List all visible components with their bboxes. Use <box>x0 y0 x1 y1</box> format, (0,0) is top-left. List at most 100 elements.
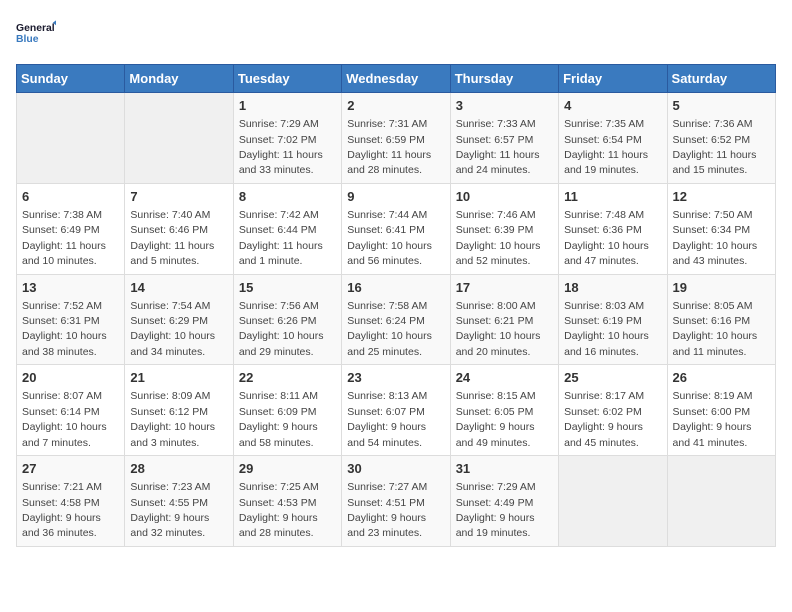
day-detail: Sunrise: 7:33 AM Sunset: 6:57 PM Dayligh… <box>456 118 540 176</box>
day-detail: Sunrise: 7:29 AM Sunset: 4:49 PM Dayligh… <box>456 481 536 539</box>
day-detail: Sunrise: 8:17 AM Sunset: 6:02 PM Dayligh… <box>564 390 644 448</box>
day-number: 18 <box>564 279 661 297</box>
day-detail: Sunrise: 7:31 AM Sunset: 6:59 PM Dayligh… <box>347 118 431 176</box>
day-cell: 29 Sunrise: 7:25 AM Sunset: 4:53 PM Dayli… <box>233 456 341 547</box>
header-cell-friday: Friday <box>559 65 667 93</box>
day-cell: 20Sunrise: 8:07 AM Sunset: 6:14 PM Dayli… <box>17 365 125 456</box>
day-cell: 3 Sunrise: 7:33 AM Sunset: 6:57 PM Daylig… <box>450 93 558 184</box>
day-detail: Sunrise: 8:00 AM Sunset: 6:21 PM Dayligh… <box>456 300 541 358</box>
day-cell: 26 Sunrise: 8:19 AM Sunset: 6:00 PM Dayli… <box>667 365 775 456</box>
day-cell <box>17 93 125 184</box>
day-number: 10 <box>456 188 553 206</box>
day-cell: 13 Sunrise: 7:52 AM Sunset: 6:31 PM Dayli… <box>17 274 125 365</box>
day-number: 15 <box>239 279 336 297</box>
day-detail: Sunrise: 8:05 AM Sunset: 6:16 PM Dayligh… <box>673 300 758 358</box>
day-number: 7 <box>130 188 227 206</box>
day-detail: Sunrise: 7:48 AM Sunset: 6:36 PM Dayligh… <box>564 209 649 267</box>
header-cell-sunday: Sunday <box>17 65 125 93</box>
header-cell-thursday: Thursday <box>450 65 558 93</box>
day-detail: Sunrise: 7:25 AM Sunset: 4:53 PM Dayligh… <box>239 481 319 539</box>
day-detail: Sunrise: 7:29 AM Sunset: 7:02 PM Dayligh… <box>239 118 323 176</box>
day-detail: Sunrise: 7:40 AM Sunset: 6:46 PM Dayligh… <box>130 209 214 267</box>
day-number: 29 <box>239 460 336 478</box>
day-cell: 31Sunrise: 7:29 AM Sunset: 4:49 PM Dayli… <box>450 456 558 547</box>
day-cell: 11 Sunrise: 7:48 AM Sunset: 6:36 PM Dayli… <box>559 183 667 274</box>
day-detail: Sunrise: 8:13 AM Sunset: 6:07 PM Dayligh… <box>347 390 427 448</box>
day-cell <box>125 93 233 184</box>
day-number: 25 <box>564 369 661 387</box>
day-detail: Sunrise: 7:35 AM Sunset: 6:54 PM Dayligh… <box>564 118 648 176</box>
day-cell: 16Sunrise: 7:58 AM Sunset: 6:24 PM Dayli… <box>342 274 450 365</box>
day-cell: 30Sunrise: 7:27 AM Sunset: 4:51 PM Dayli… <box>342 456 450 547</box>
day-number: 14 <box>130 279 227 297</box>
day-detail: Sunrise: 8:19 AM Sunset: 6:00 PM Dayligh… <box>673 390 753 448</box>
svg-text:Blue: Blue <box>16 34 39 45</box>
day-cell: 21 Sunrise: 8:09 AM Sunset: 6:12 PM Dayli… <box>125 365 233 456</box>
day-detail: Sunrise: 7:42 AM Sunset: 6:44 PM Dayligh… <box>239 209 323 267</box>
day-cell: 24Sunrise: 8:15 AM Sunset: 6:05 PM Dayli… <box>450 365 558 456</box>
day-number: 23 <box>347 369 444 387</box>
week-row-5: 27Sunrise: 7:21 AM Sunset: 4:58 PM Dayli… <box>17 456 776 547</box>
day-cell: 10 Sunrise: 7:46 AM Sunset: 6:39 PM Dayli… <box>450 183 558 274</box>
day-detail: Sunrise: 7:23 AM Sunset: 4:55 PM Dayligh… <box>130 481 210 539</box>
day-detail: Sunrise: 7:52 AM Sunset: 6:31 PM Dayligh… <box>22 300 107 358</box>
day-number: 4 <box>564 97 661 115</box>
day-number: 19 <box>673 279 770 297</box>
calendar-table: SundayMondayTuesdayWednesdayThursdayFrid… <box>16 64 776 547</box>
day-cell: 22 Sunrise: 8:11 AM Sunset: 6:09 PM Dayli… <box>233 365 341 456</box>
logo-bird-icon: General Blue <box>16 16 56 52</box>
day-cell: 27Sunrise: 7:21 AM Sunset: 4:58 PM Dayli… <box>17 456 125 547</box>
day-cell: 23 Sunrise: 8:13 AM Sunset: 6:07 PM Dayli… <box>342 365 450 456</box>
day-cell: 2 Sunrise: 7:31 AM Sunset: 6:59 PM Daylig… <box>342 93 450 184</box>
day-number: 28 <box>130 460 227 478</box>
day-number: 11 <box>564 188 661 206</box>
header-cell-monday: Monday <box>125 65 233 93</box>
day-number: 24 <box>456 369 553 387</box>
header-cell-tuesday: Tuesday <box>233 65 341 93</box>
day-number: 12 <box>673 188 770 206</box>
day-cell: 5Sunrise: 7:36 AM Sunset: 6:52 PM Daylig… <box>667 93 775 184</box>
svg-text:General: General <box>16 23 55 34</box>
header-cell-wednesday: Wednesday <box>342 65 450 93</box>
day-number: 21 <box>130 369 227 387</box>
day-number: 13 <box>22 279 119 297</box>
day-detail: Sunrise: 8:03 AM Sunset: 6:19 PM Dayligh… <box>564 300 649 358</box>
day-number: 17 <box>456 279 553 297</box>
day-number: 30 <box>347 460 444 478</box>
day-cell: 18 Sunrise: 8:03 AM Sunset: 6:19 PM Dayli… <box>559 274 667 365</box>
day-cell: 7 Sunrise: 7:40 AM Sunset: 6:46 PM Daylig… <box>125 183 233 274</box>
day-detail: Sunrise: 7:54 AM Sunset: 6:29 PM Dayligh… <box>130 300 215 358</box>
day-detail: Sunrise: 7:50 AM Sunset: 6:34 PM Dayligh… <box>673 209 758 267</box>
day-cell: 4 Sunrise: 7:35 AM Sunset: 6:54 PM Daylig… <box>559 93 667 184</box>
week-row-4: 20Sunrise: 8:07 AM Sunset: 6:14 PM Dayli… <box>17 365 776 456</box>
day-number: 27 <box>22 460 119 478</box>
day-number: 16 <box>347 279 444 297</box>
day-cell: 28 Sunrise: 7:23 AM Sunset: 4:55 PM Dayli… <box>125 456 233 547</box>
day-cell <box>559 456 667 547</box>
day-number: 1 <box>239 97 336 115</box>
day-number: 6 <box>22 188 119 206</box>
calendar-body: 1 Sunrise: 7:29 AM Sunset: 7:02 PM Daylig… <box>17 93 776 547</box>
header-row: SundayMondayTuesdayWednesdayThursdayFrid… <box>17 65 776 93</box>
day-cell: 6Sunrise: 7:38 AM Sunset: 6:49 PM Daylig… <box>17 183 125 274</box>
day-cell: 12 Sunrise: 7:50 AM Sunset: 6:34 PM Dayli… <box>667 183 775 274</box>
day-number: 3 <box>456 97 553 115</box>
day-cell: 1 Sunrise: 7:29 AM Sunset: 7:02 PM Daylig… <box>233 93 341 184</box>
day-detail: Sunrise: 8:11 AM Sunset: 6:09 PM Dayligh… <box>239 390 318 448</box>
day-number: 22 <box>239 369 336 387</box>
week-row-3: 13 Sunrise: 7:52 AM Sunset: 6:31 PM Dayli… <box>17 274 776 365</box>
day-number: 26 <box>673 369 770 387</box>
day-detail: Sunrise: 7:56 AM Sunset: 6:26 PM Dayligh… <box>239 300 324 358</box>
day-detail: Sunrise: 8:07 AM Sunset: 6:14 PM Dayligh… <box>22 390 107 448</box>
week-row-2: 6Sunrise: 7:38 AM Sunset: 6:49 PM Daylig… <box>17 183 776 274</box>
day-detail: Sunrise: 7:44 AM Sunset: 6:41 PM Dayligh… <box>347 209 432 267</box>
week-row-1: 1 Sunrise: 7:29 AM Sunset: 7:02 PM Daylig… <box>17 93 776 184</box>
day-detail: Sunrise: 7:46 AM Sunset: 6:39 PM Dayligh… <box>456 209 541 267</box>
day-cell: 14 Sunrise: 7:54 AM Sunset: 6:29 PM Dayli… <box>125 274 233 365</box>
day-number: 2 <box>347 97 444 115</box>
logo: General Blue <box>16 16 56 52</box>
day-number: 9 <box>347 188 444 206</box>
day-cell: 8Sunrise: 7:42 AM Sunset: 6:44 PM Daylig… <box>233 183 341 274</box>
page-header: General Blue <box>16 16 776 52</box>
day-detail: Sunrise: 8:09 AM Sunset: 6:12 PM Dayligh… <box>130 390 215 448</box>
